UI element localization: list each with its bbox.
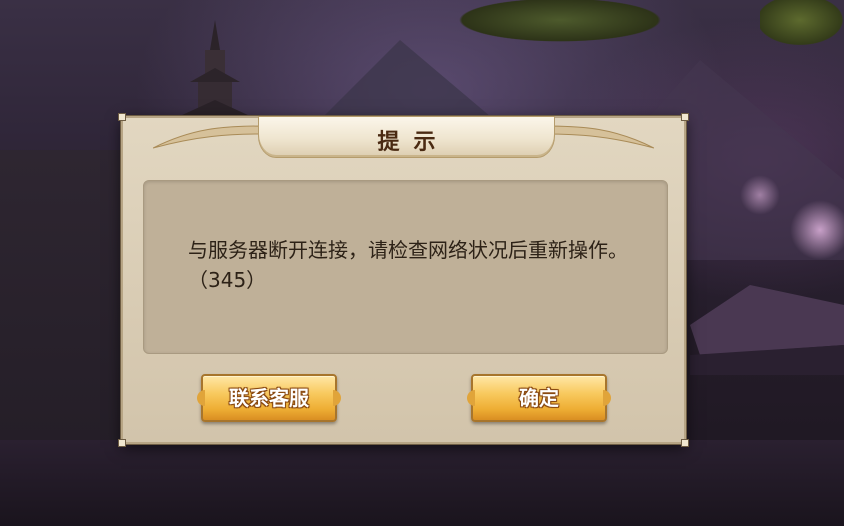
dialog-title: 提示 — [377, 129, 450, 155]
alert-dialog: 提示 与服务器断开连接，请检查网络状况后重新操作。（345） 联系客服 确定 — [118, 113, 689, 447]
background-roof — [690, 285, 844, 375]
contact-support-button[interactable]: 联系客服 — [197, 374, 341, 422]
background-ground — [0, 440, 844, 526]
frame-corner — [118, 113, 126, 121]
button-ornament — [333, 390, 341, 406]
title-ornament — [153, 125, 263, 149]
frame-corner — [681, 439, 689, 447]
pine-branch — [760, 0, 844, 60]
message-box: 与服务器断开连接，请检查网络状况后重新操作。（345） — [143, 180, 668, 354]
button-ornament — [467, 390, 475, 406]
confirm-button[interactable]: 确定 — [467, 374, 611, 422]
dialog-message: 与服务器断开连接，请检查网络状况后重新操作。（345） — [188, 238, 628, 292]
contact-support-label: 联系客服 — [229, 386, 309, 410]
frame-corner — [681, 113, 689, 121]
blossom — [740, 175, 780, 215]
frame-corner — [118, 439, 126, 447]
blossom — [790, 200, 844, 260]
title-ornament — [544, 125, 654, 149]
button-ornament — [197, 390, 205, 406]
confirm-label: 确定 — [519, 386, 559, 410]
title-plate: 提示 — [258, 116, 555, 158]
pine-branch — [420, 0, 700, 60]
button-ornament — [603, 390, 611, 406]
